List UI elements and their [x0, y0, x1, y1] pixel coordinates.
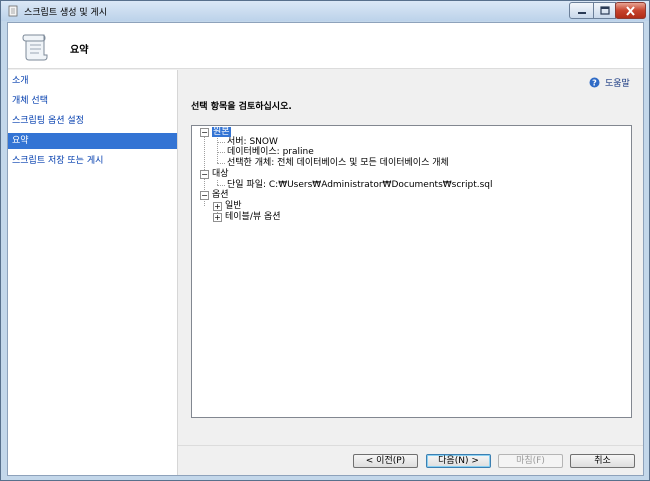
tree-expander-source[interactable]: − — [200, 128, 209, 137]
window-title: 스크립트 생성 및 게시 — [24, 8, 108, 18]
instruction-text: 선택 항목을 검토하십시오. — [191, 102, 292, 112]
tree-expander-table-view-options[interactable]: + — [213, 213, 222, 222]
minimize-button[interactable] — [569, 2, 594, 19]
sidebar-item-choose-objects[interactable]: 개체 선택 — [8, 93, 177, 109]
help-label: 도움말 — [605, 78, 630, 89]
minimize-icon — [577, 11, 586, 14]
sidebar-item-save-or-publish[interactable]: 스크립트 저장 또는 게시 — [8, 153, 177, 169]
tree-node-general[interactable]: 일반 — [225, 201, 242, 212]
cancel-button[interactable]: 취소 — [570, 454, 635, 468]
finish-button[interactable]: 마침(F) — [498, 454, 563, 468]
help-link[interactable]: ? 도움말 — [589, 75, 630, 89]
main-panel: ? 도움말 선택 항목을 검토하십시오. − 원본 서버: SNOW 데이터베이… — [178, 70, 643, 440]
tree-expander-general[interactable]: + — [213, 202, 222, 211]
wizard-header: 요약 — [8, 23, 643, 69]
tree-connector — [217, 185, 225, 186]
sidebar-item-scripting-options[interactable]: 스크립팅 옵션 설정 — [8, 113, 177, 129]
tree-expander-options[interactable]: − — [200, 191, 209, 200]
wizard-button-bar: < 이전(P) 다음(N) > 마침(F) 취소 — [178, 445, 643, 475]
tree-expander-target[interactable]: − — [200, 170, 209, 179]
app-window: 스크립트 생성 및 게시 요약 소개 개체 선택 스크립팅 옵션 설정 요약 스… — [0, 0, 650, 481]
tree-node-table-view-options[interactable]: 테이블/뷰 옵션 — [225, 212, 281, 223]
title-bar[interactable]: 스크립트 생성 및 게시 — [1, 1, 649, 21]
scroll-icon — [22, 34, 48, 61]
close-button[interactable] — [615, 2, 646, 19]
summary-tree[interactable]: − 원본 서버: SNOW 데이터베이스: praline 선택한 개체: 전체… — [191, 125, 632, 418]
scroll-icon — [8, 5, 18, 17]
tree-node-output-file[interactable]: 단일 파일: C:₩Users₩Administrator₩Documents₩… — [227, 180, 493, 191]
maximize-icon — [599, 6, 610, 15]
close-icon — [626, 5, 635, 16]
page-title: 요약 — [70, 45, 89, 56]
sidebar-item-summary[interactable]: 요약 — [8, 133, 177, 149]
prev-button[interactable]: < 이전(P) — [353, 454, 418, 468]
next-button[interactable]: 다음(N) > — [426, 454, 491, 468]
tree-node-label: 원본 — [212, 127, 231, 137]
maximize-button[interactable] — [593, 2, 616, 19]
tree-node-selected-objects[interactable]: 선택한 개체: 전체 데이터베이스 및 모든 데이터베이스 개체 — [227, 158, 449, 169]
tree-connector — [217, 152, 225, 153]
help-icon: ? — [589, 77, 600, 87]
tree-node-target[interactable]: 대상 — [212, 169, 229, 180]
tree-connector — [217, 163, 225, 164]
tree-connector — [217, 142, 225, 143]
wizard-step-list: 소개 개체 선택 스크립팅 옵션 설정 요약 스크립트 저장 또는 게시 — [8, 70, 178, 475]
svg-text:?: ? — [592, 78, 597, 87]
tree-node-database[interactable]: 데이터베이스: praline — [227, 147, 314, 158]
wizard-client-area: 요약 소개 개체 선택 스크립팅 옵션 설정 요약 스크립트 저장 또는 게시 … — [7, 22, 644, 476]
tree-node-options[interactable]: 옵션 — [212, 190, 229, 201]
sidebar-item-intro[interactable]: 소개 — [8, 73, 177, 89]
